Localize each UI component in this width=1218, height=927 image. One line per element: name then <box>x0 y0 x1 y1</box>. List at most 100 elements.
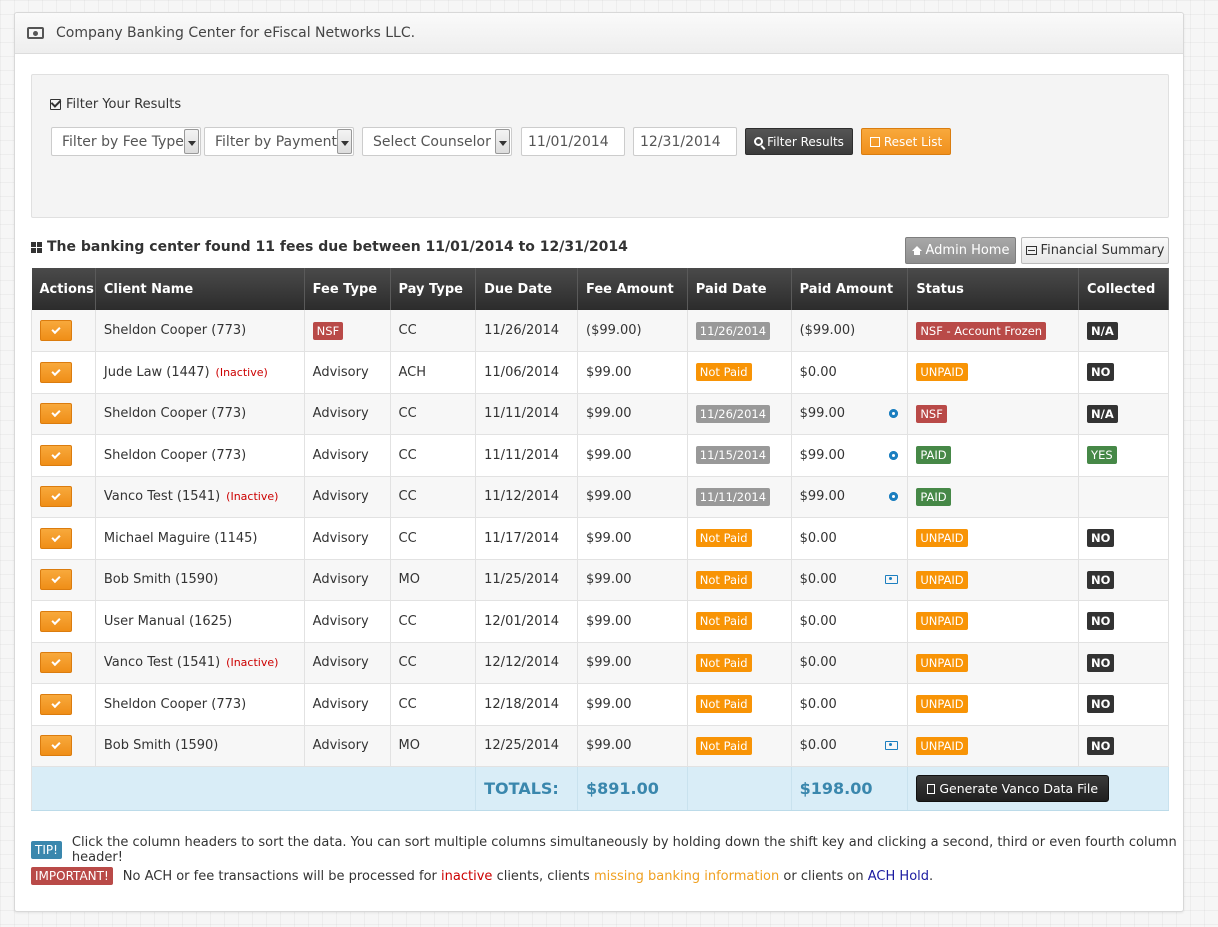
client-name[interactable]: Vanco Test (1541) <box>104 489 220 504</box>
column-header[interactable]: Paid Date <box>687 268 792 310</box>
actions-cell <box>31 310 96 352</box>
due-date-cell: 12/12/2014 <box>475 642 578 684</box>
client-name[interactable]: Michael Maguire (1145) <box>104 531 258 546</box>
client-name[interactable]: Jude Law (1447) <box>104 365 210 380</box>
status-cell: UNPAID <box>907 351 1080 394</box>
cash-icon[interactable] <box>885 575 899 585</box>
gear-icon[interactable] <box>889 409 899 419</box>
fee-type: Advisory <box>312 406 369 422</box>
status-badge: UNPAID <box>916 529 968 548</box>
important-line: IMPORTANT! No ACH or fee transactions wi… <box>31 867 933 885</box>
pay-type-cell: CC <box>390 310 477 352</box>
column-header[interactable]: Fee Amount <box>577 268 688 310</box>
paid-amount-cell: $0.00 <box>791 683 909 726</box>
row-actions-button[interactable] <box>40 735 72 757</box>
column-header[interactable]: Collected <box>1078 268 1169 310</box>
actions-cell <box>31 559 96 601</box>
financial-summary-button[interactable]: Financial Summary <box>1021 237 1169 264</box>
column-header[interactable]: Actions <box>31 268 96 310</box>
totals-spacer <box>30 766 477 811</box>
row-actions-button[interactable] <box>40 403 72 425</box>
collected-cell: NO <box>1078 559 1169 601</box>
generate-vanco-file-button[interactable]: Generate Vanco Data File <box>916 775 1110 802</box>
client-name[interactable]: Bob Smith (1590) <box>104 738 218 753</box>
reset-list-button[interactable]: Reset List <box>861 128 951 155</box>
admin-home-button[interactable]: Admin Home <box>905 237 1016 264</box>
status-badge: UNPAID <box>916 612 968 631</box>
client-name[interactable]: Sheldon Cooper (773) <box>104 406 246 421</box>
due-date-cell: 11/25/2014 <box>475 559 578 601</box>
important-text-3: or clients on <box>783 868 864 884</box>
fee-type-cell: Advisory <box>304 476 391 518</box>
table-row: Michael Maguire (1145) Advisory CC 11/17/20… <box>31 517 1169 560</box>
filter-results-button[interactable]: Filter Results <box>745 128 853 155</box>
important-text-1: No ACH or fee transactions will be proce… <box>122 868 437 884</box>
status-badge: UNPAID <box>916 570 968 589</box>
row-actions-button[interactable] <box>40 361 72 383</box>
column-header[interactable]: Due Date <box>475 268 578 310</box>
paid-date-badge: Not Paid <box>695 653 752 672</box>
row-actions-button[interactable] <box>40 527 72 549</box>
banking-center-panel: Company Banking Center for eFiscal Netwo… <box>14 12 1184 912</box>
collected-cell: NO <box>1078 351 1169 394</box>
paid-amount: $0.00 <box>799 738 837 754</box>
column-header[interactable]: Status <box>907 268 1080 310</box>
column-header[interactable]: Fee Type <box>304 268 391 310</box>
gear-icon[interactable] <box>889 450 899 460</box>
client-name-cell: Vanco Test (1541) (Inactive) <box>95 642 305 684</box>
status-cell: UNPAID <box>907 683 1080 726</box>
client-name[interactable]: Sheldon Cooper (773) <box>104 697 246 712</box>
pay-type-cell: CC <box>390 393 477 435</box>
counselor-select[interactable]: Select Counselor <box>362 127 512 156</box>
actions-cell <box>31 517 96 560</box>
paid-total: $198.00 <box>791 766 909 811</box>
column-header[interactable]: Pay Type <box>390 268 477 310</box>
chevron-down-icon <box>495 129 510 154</box>
paid-date-cell: 11/11/2014 <box>687 476 792 518</box>
inactive-tag: (Inactive) <box>226 490 279 504</box>
collected-badge: NO <box>1087 612 1115 631</box>
client-name[interactable]: Bob Smith (1590) <box>104 572 218 587</box>
panel-heading: Company Banking Center for eFiscal Netwo… <box>15 13 1183 54</box>
column-header[interactable]: Client Name <box>95 268 305 310</box>
status-badge: NSF <box>916 404 947 423</box>
pay-type: CC <box>398 655 417 671</box>
gear-icon[interactable] <box>889 492 899 502</box>
fee-amount: $99.00 <box>586 655 632 671</box>
ach-hold-link[interactable]: ACH Hold <box>868 869 929 884</box>
status-badge: UNPAID <box>916 653 968 672</box>
column-header[interactable]: Paid Amount <box>791 268 909 310</box>
collected-badge: NO <box>1087 695 1115 714</box>
fee-type-select[interactable]: Filter by Fee Type <box>51 127 201 156</box>
client-name[interactable]: Vanco Test (1541) <box>104 655 220 670</box>
fee-amount: $99.00 <box>586 696 632 712</box>
totals-row: TOTALS: $891.00 $198.00 Generate Vanco D… <box>30 766 1169 811</box>
status-badge: UNPAID <box>916 363 968 382</box>
fee-amount-cell: $99.00 <box>577 559 688 601</box>
paid-date-cell: 11/15/2014 <box>687 434 792 477</box>
client-name[interactable]: Sheldon Cooper (773) <box>104 448 246 463</box>
row-actions-button[interactable] <box>40 652 72 674</box>
fee-amount: ($99.00) <box>586 323 642 338</box>
row-actions-button[interactable] <box>40 320 72 341</box>
row-actions-button[interactable] <box>40 444 72 466</box>
status-cell: UNPAID <box>907 517 1080 560</box>
row-actions-button[interactable] <box>40 486 72 508</box>
client-name[interactable]: Sheldon Cooper (773) <box>104 323 246 338</box>
payment-select[interactable]: Filter by Payment <box>204 127 354 156</box>
end-date-value: 12/31/2014 <box>640 133 721 150</box>
cash-icon[interactable] <box>885 741 899 751</box>
end-date-input[interactable]: 12/31/2014 <box>633 127 737 156</box>
row-actions-button[interactable] <box>40 693 72 715</box>
generate-vanco-file-label: Generate Vanco Data File <box>939 781 1099 796</box>
actions-cell <box>31 476 96 518</box>
start-date-input[interactable]: 11/01/2014 <box>521 127 625 156</box>
row-actions-button[interactable] <box>40 569 72 591</box>
collected-badge: N/A <box>1087 404 1118 423</box>
fee-type-cell: Advisory <box>304 517 391 560</box>
table-row: User Manual (1625) Advisory CC 12/01/2014 $9… <box>31 600 1169 643</box>
filter-box: Filter Your Results Filter by Fee Type F… <box>31 74 1169 218</box>
client-name[interactable]: User Manual (1625) <box>104 614 232 629</box>
paid-date-badge: Not Paid <box>695 695 752 714</box>
row-actions-button[interactable] <box>40 610 72 632</box>
